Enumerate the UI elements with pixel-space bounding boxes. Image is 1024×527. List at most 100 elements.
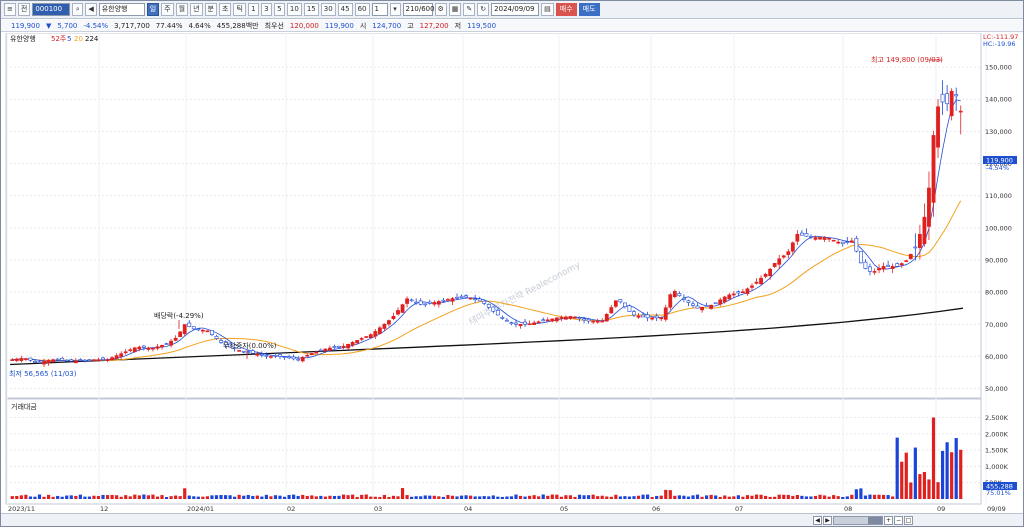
prev-stock-icon[interactable]: ◀ (85, 3, 97, 16)
grid-icon[interactable]: ▦ (448, 3, 462, 16)
volume-bar (487, 496, 491, 499)
volume-value: 3,717,700 (114, 21, 150, 30)
tool-icon[interactable]: ✎ (463, 3, 476, 16)
volume-bar (205, 496, 210, 499)
volume-bar (854, 489, 858, 499)
candle-body (741, 291, 745, 294)
chart-scrollbar[interactable]: ◀ ▶ + − □ (813, 516, 913, 525)
chevron-down-icon[interactable]: ▾ (389, 3, 401, 16)
candle-body (169, 340, 174, 346)
volume-bar (700, 496, 704, 499)
stock-name-field[interactable]: 유한양행 (98, 3, 145, 16)
period-day-button[interactable]: 일 (146, 3, 160, 16)
data-count-input[interactable]: 210/600 (402, 3, 435, 16)
period-week-button[interactable]: 주 (161, 3, 174, 16)
volume-bar (636, 495, 641, 499)
period-month-button[interactable]: 월 (175, 3, 189, 16)
volume-bar (405, 495, 409, 499)
volume-bar (518, 495, 523, 499)
volume-bar (437, 496, 441, 499)
volume-bar (596, 496, 600, 499)
interval-button[interactable]: 10 (286, 3, 302, 16)
volume-bar (618, 496, 622, 499)
period-minute-button[interactable]: 분 (204, 3, 217, 16)
refresh-icon[interactable]: ↻ (477, 3, 490, 16)
interval-button[interactable]: 3 (260, 3, 272, 16)
candle-body (128, 349, 133, 352)
volume-bar (791, 496, 795, 499)
volume-bar (768, 496, 772, 499)
settings-icon[interactable]: ⚙ (434, 3, 447, 16)
interval-button[interactable]: 15 (303, 3, 319, 16)
volume-bar (301, 494, 305, 499)
scroll-thumb[interactable] (868, 517, 882, 524)
interval-button[interactable]: 1 (247, 3, 259, 16)
volume-bar (945, 442, 949, 499)
period-year-button[interactable]: 년 (190, 3, 203, 16)
volume-bar (450, 495, 455, 499)
period-second-button[interactable]: 초 (218, 3, 232, 16)
candle-body (101, 357, 105, 360)
volume-bar (850, 494, 854, 499)
buy-button[interactable]: 매수 (555, 3, 577, 16)
high-label: 고 (407, 21, 414, 30)
scroll-prev-button[interactable]: ◀ (813, 516, 822, 525)
candle-body (890, 266, 895, 269)
volume-bar (459, 495, 464, 499)
volume-bar (877, 494, 881, 499)
candle-body (718, 299, 723, 305)
zoom-in-button[interactable]: + (884, 516, 893, 525)
volume-bar (577, 494, 582, 499)
candlestick-chart[interactable]: 유한양행 52주 5 20 224 LC:-111.97 HC:-19.96 테… (1, 32, 1023, 513)
candle-body (418, 300, 423, 305)
reset-button[interactable]: □ (904, 516, 913, 525)
calendar-icon[interactable]: ▤ (541, 3, 554, 16)
time-tick-label: 07 (735, 505, 743, 513)
open-label: 시 (359, 21, 367, 30)
volume-bar (137, 495, 141, 499)
scroll-track[interactable] (833, 516, 883, 525)
window-menu-icon[interactable]: ≡ (4, 3, 16, 16)
turnover-rate: 4.64% (188, 21, 211, 30)
time-tick-label: 02 (287, 505, 295, 513)
candle-body (23, 358, 28, 360)
type-selector[interactable]: 전 (17, 3, 31, 16)
best-bid: 119,900 (324, 21, 354, 30)
candle-body (114, 355, 119, 359)
volume-bar (337, 495, 341, 499)
interval-button[interactable]: 5 (273, 3, 285, 16)
volume-bar (192, 496, 196, 499)
stock-code-input[interactable]: 000100 (32, 3, 71, 16)
volume-bar (537, 496, 541, 499)
sell-button[interactable]: 매도 (578, 3, 600, 16)
candle-body (282, 356, 287, 358)
legend-ma20: 20 (74, 35, 83, 43)
zoom-out-button[interactable]: − (894, 516, 903, 525)
time-tick-label: 03 (374, 505, 382, 513)
period-tick-button[interactable]: 틱 (233, 3, 246, 16)
volume-bar (469, 495, 473, 499)
scroll-next-button[interactable]: ▶ (823, 516, 832, 525)
chart-area[interactable]: 유한양행 52주 5 20 224 LC:-111.97 HC:-19.96 테… (1, 32, 1023, 513)
volume-bar (332, 495, 337, 499)
candle-body (804, 233, 809, 237)
volume-bar (523, 496, 527, 499)
volume-bar (695, 494, 700, 499)
interval-button[interactable]: 30 (320, 3, 336, 16)
volume-bar (346, 495, 350, 499)
volume-bar (954, 438, 958, 499)
candle-body (137, 346, 142, 350)
candle-body (754, 281, 759, 284)
volume-bar (773, 496, 777, 499)
date-input[interactable]: 2024/09/09 (491, 3, 540, 16)
volume-bar (432, 495, 436, 499)
candle-body (818, 237, 822, 240)
candle-body (200, 329, 205, 332)
candle-body (668, 294, 673, 308)
search-icon[interactable]: ⌕ (72, 3, 84, 16)
volume-bar (364, 494, 368, 499)
interval-button[interactable]: 60 (354, 3, 370, 16)
interval-button[interactable]: 45 (337, 3, 353, 16)
interval-value-input[interactable]: 1 (371, 3, 388, 16)
candle-body (255, 353, 260, 356)
